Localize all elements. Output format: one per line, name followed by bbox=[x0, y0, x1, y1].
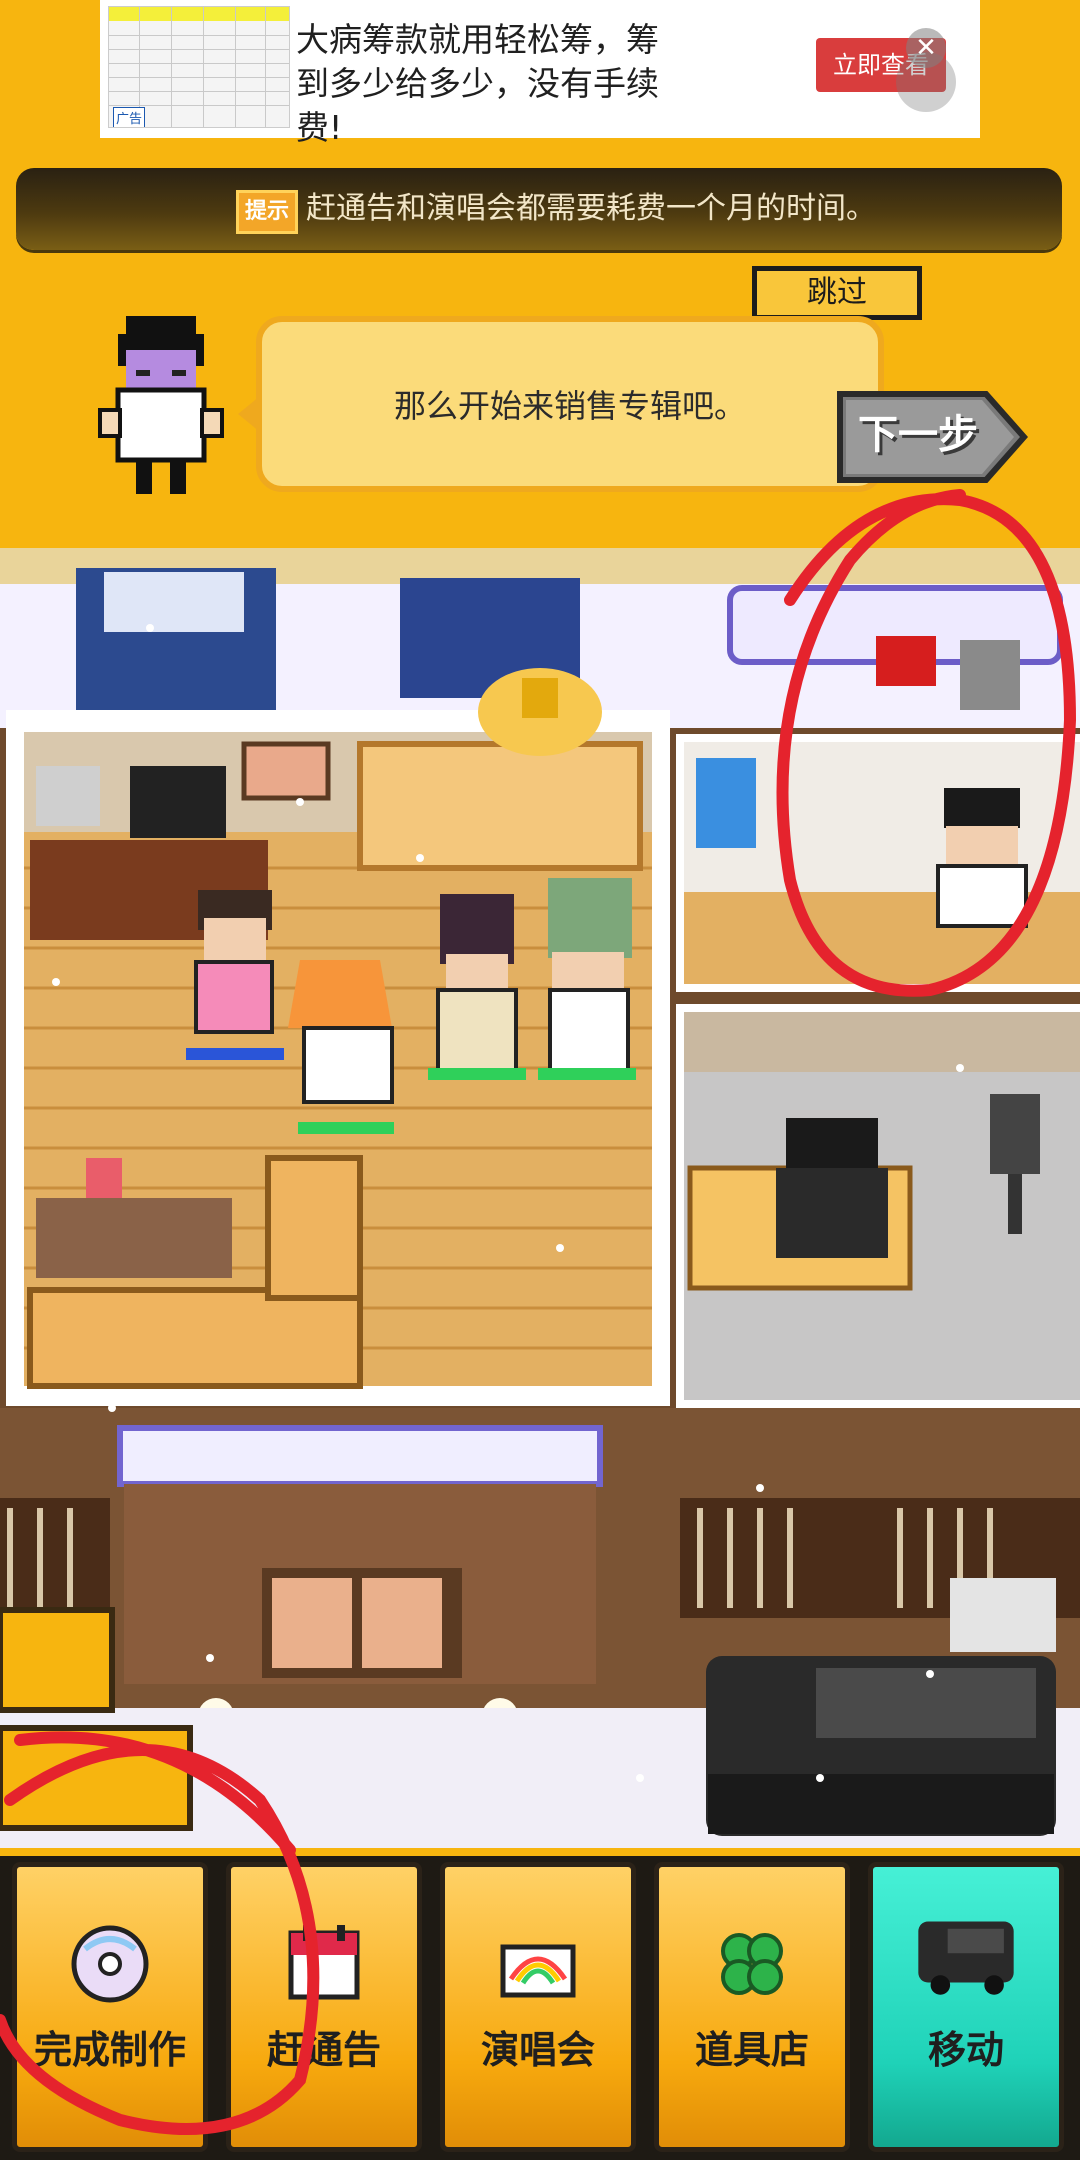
van-icon bbox=[918, 1921, 1014, 1995]
ad-banner[interactable]: 广告 大病筹款就用轻松筹，筹到多少给多少，没有手续费! 立即查看 ✕ bbox=[100, 0, 980, 147]
ad-tag: 广告 bbox=[113, 107, 146, 127]
next-label: 下一步 bbox=[858, 412, 978, 458]
ad-thumbnail: 广告 bbox=[108, 6, 290, 128]
ad-text: 大病筹款就用轻松筹，筹到多少给多少，没有手续费! bbox=[296, 20, 659, 147]
close-icon[interactable]: ✕ bbox=[906, 28, 946, 68]
skip-button[interactable]: 跳过 bbox=[752, 266, 922, 320]
nav-item-shop[interactable]: 道具店 bbox=[654, 1862, 850, 2152]
game-scene bbox=[0, 548, 1080, 1848]
bottom-nav: 完成制作 赶通告 演唱会 道具店 移动 bbox=[0, 1856, 1080, 2160]
hint-bar: 提示 赶通告和演唱会都需要耗费一个月的时间。 bbox=[16, 168, 1062, 250]
calendar-icon bbox=[288, 1925, 360, 2000]
nav-label: 完成制作 bbox=[33, 2028, 186, 2072]
nav-label: 道具店 bbox=[694, 2028, 809, 2072]
nav-concert[interactable]: 演唱会 bbox=[440, 1862, 636, 2152]
next-button[interactable]: 下一步 bbox=[836, 388, 1028, 486]
nav-label: 移动 bbox=[927, 2028, 1004, 2072]
nav-schedule[interactable]: 赶通告 bbox=[226, 1862, 422, 2152]
cd-disc-icon bbox=[71, 1925, 149, 2003]
hint-text: 赶通告和演唱会都需要耗费一个月的时间。 bbox=[306, 191, 876, 226]
rainbow-stage-icon bbox=[500, 1944, 576, 1998]
speech-bubble: 那么开始来销售专辑吧。 bbox=[256, 316, 884, 492]
nav-label: 赶通告 bbox=[266, 2028, 381, 2072]
hint-icon: 提示 bbox=[236, 190, 298, 234]
nav-move[interactable]: 移动 bbox=[868, 1862, 1064, 2152]
nav-complete-production[interactable]: 完成制作 bbox=[12, 1862, 208, 2152]
dialog-text: 那么开始来销售专辑吧。 bbox=[393, 387, 746, 425]
nav-label: 演唱会 bbox=[480, 2028, 595, 2072]
clover-icon bbox=[721, 1933, 783, 1995]
mentor-character bbox=[98, 316, 224, 494]
